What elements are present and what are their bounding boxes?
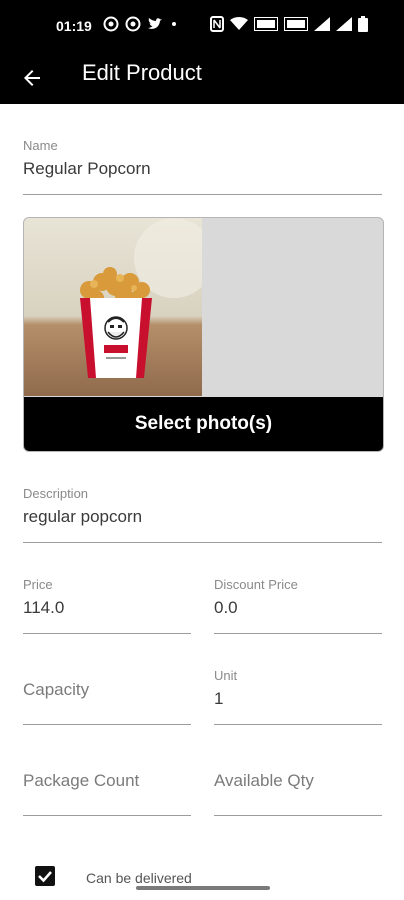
capacity-placeholder[interactable]: Capacity bbox=[23, 680, 191, 700]
notification-icons bbox=[103, 16, 179, 32]
description-field[interactable]: Description regular popcorn bbox=[23, 486, 382, 543]
divider bbox=[23, 724, 191, 725]
discount-price-label: Discount Price bbox=[214, 577, 298, 592]
price-field[interactable]: Price 114.0 bbox=[23, 577, 191, 634]
whatsapp-icon bbox=[103, 16, 119, 32]
wifi-icon bbox=[230, 17, 248, 30]
price-value[interactable]: 114.0 bbox=[23, 598, 191, 618]
gesture-nav-handle[interactable] bbox=[136, 886, 270, 890]
app-bar: Edit Product bbox=[0, 52, 404, 104]
unit-field[interactable]: Unit 1 bbox=[214, 668, 382, 725]
unit-value[interactable]: 1 bbox=[214, 689, 382, 709]
capacity-field[interactable]: Capacity bbox=[23, 680, 191, 725]
name-label: Name bbox=[23, 138, 58, 153]
divider bbox=[23, 633, 191, 634]
description-value[interactable]: regular popcorn bbox=[23, 507, 382, 527]
available-qty-placeholder[interactable]: Available Qty bbox=[214, 771, 382, 791]
signal-icon bbox=[314, 17, 330, 31]
system-icons bbox=[210, 16, 368, 32]
nfc-icon bbox=[210, 16, 224, 32]
photo-picker-card: Select photo(s) bbox=[23, 217, 384, 452]
status-bar: 01:19 bbox=[0, 0, 404, 52]
package-count-field[interactable]: Package Count bbox=[23, 771, 191, 816]
unit-label: Unit bbox=[214, 668, 238, 683]
divider bbox=[214, 724, 382, 725]
divider bbox=[23, 542, 382, 543]
dot-icon bbox=[172, 22, 176, 26]
product-photo bbox=[24, 218, 202, 396]
arrow-left-icon[interactable] bbox=[20, 66, 44, 90]
volte-icon bbox=[284, 17, 308, 31]
divider bbox=[23, 194, 382, 195]
divider bbox=[214, 815, 382, 816]
available-qty-field[interactable]: Available Qty bbox=[214, 771, 382, 816]
signal-icon bbox=[336, 17, 352, 31]
can-be-delivered-checkbox[interactable] bbox=[35, 866, 55, 886]
can-be-delivered-label: Can be delivered bbox=[86, 870, 192, 886]
divider bbox=[214, 633, 382, 634]
name-value[interactable]: Regular Popcorn bbox=[23, 159, 382, 179]
select-photos-button[interactable]: Select photo(s) bbox=[24, 397, 383, 451]
package-count-placeholder[interactable]: Package Count bbox=[23, 771, 191, 791]
discount-price-field[interactable]: Discount Price 0.0 bbox=[214, 577, 382, 634]
check-icon bbox=[38, 871, 52, 883]
name-field[interactable]: Name Regular Popcorn bbox=[23, 138, 382, 195]
page-title: Edit Product bbox=[82, 60, 202, 85]
description-label: Description bbox=[23, 486, 89, 501]
battery-icon bbox=[358, 16, 368, 32]
whatsapp-icon bbox=[125, 16, 141, 32]
volte-icon bbox=[254, 17, 278, 31]
price-label: Price bbox=[23, 577, 53, 592]
status-time: 01:19 bbox=[56, 18, 92, 34]
discount-price-value[interactable]: 0.0 bbox=[214, 598, 382, 618]
divider bbox=[23, 815, 191, 816]
twitter-icon bbox=[148, 18, 162, 29]
